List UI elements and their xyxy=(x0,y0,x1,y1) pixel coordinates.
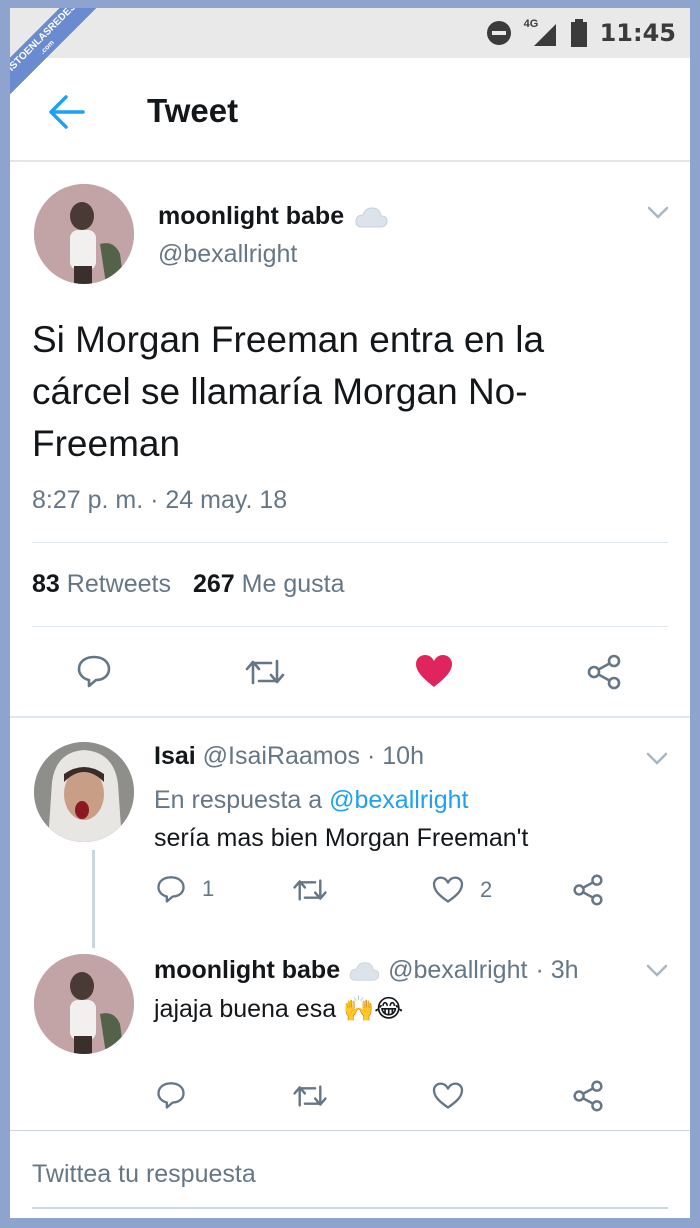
reply-icon xyxy=(157,1082,185,1109)
retweet-icon xyxy=(293,1085,327,1107)
chevron-down-icon[interactable] xyxy=(647,206,669,220)
like-button[interactable]: 2 xyxy=(432,876,492,904)
app-screen: 4G 11:45 VISTOENLASREDES .com Tweet moon… xyxy=(10,8,690,1218)
heart-icon xyxy=(432,876,464,903)
author-name[interactable]: moonlight babe xyxy=(158,202,388,231)
profile-photo xyxy=(34,954,134,1054)
author-name[interactable]: moonlight babe xyxy=(154,956,340,985)
author-name-text: moonlight babe xyxy=(158,202,345,230)
tweet-text: Si Morgan Freeman entra en la cárcel se … xyxy=(32,319,545,464)
like-button[interactable] xyxy=(432,1082,464,1110)
profile-photo xyxy=(34,742,134,842)
reply-header: Isai @IsaiRaamos · 10h xyxy=(154,742,424,771)
do-not-disturb-icon xyxy=(486,21,511,45)
battery-icon xyxy=(570,19,587,47)
status-bar: 4G 11:45 xyxy=(10,8,690,58)
like-count: 267 xyxy=(192,570,235,598)
heart-icon xyxy=(432,1082,464,1109)
profile-photo xyxy=(34,184,134,284)
tweet-stats: 83 Retweets 267 Me gusta xyxy=(32,570,345,599)
divider xyxy=(10,1130,690,1131)
author-name[interactable]: Isai xyxy=(154,742,196,770)
mention-link[interactable]: @bexallright xyxy=(329,786,468,814)
author-handle[interactable]: @bexallright xyxy=(158,240,297,269)
like-label: Me gusta xyxy=(241,570,345,598)
in-reply-to-label: En respuesta a xyxy=(154,786,323,814)
chevron-down-icon[interactable] xyxy=(646,964,668,978)
retweet-count: 83 xyxy=(32,570,60,598)
arrow-left-icon xyxy=(49,95,85,129)
reply-button[interactable] xyxy=(76,654,112,688)
chevron-down-icon[interactable] xyxy=(646,752,668,766)
thread-line xyxy=(92,850,95,948)
like-count: 2 xyxy=(480,877,493,902)
reply-text: jajaja buena esa 🙌😂 xyxy=(154,995,404,1023)
retweet-label: Retweets xyxy=(66,570,171,598)
reply-icon xyxy=(77,655,111,688)
top-app-bar: Tweet xyxy=(10,58,690,162)
share-icon xyxy=(573,874,603,906)
retweet-icon xyxy=(245,659,285,685)
author-handle[interactable]: @IsaiRaamos xyxy=(203,742,360,770)
heart-filled-icon xyxy=(416,655,452,687)
reply-input[interactable]: Twittea tu respuesta xyxy=(32,1160,668,1209)
like-stat[interactable]: 267 Me gusta xyxy=(193,570,345,599)
share-button[interactable] xyxy=(586,654,622,690)
reply-button[interactable]: 1 xyxy=(156,874,214,904)
reply-time[interactable]: · 10h xyxy=(367,742,424,770)
section-divider xyxy=(10,716,690,718)
avatar[interactable] xyxy=(34,742,134,842)
cloud-icon xyxy=(355,206,388,227)
retweet-button[interactable] xyxy=(244,656,286,688)
retweet-stat[interactable]: 83 Retweets xyxy=(32,570,171,599)
reply-time[interactable]: · 3h xyxy=(535,956,578,985)
reply-header: moonlight babe @bexallright · 3h xyxy=(154,956,579,985)
clock: 11:45 xyxy=(599,19,676,47)
share-icon xyxy=(587,654,621,690)
author-handle[interactable]: @bexallright xyxy=(388,956,527,985)
share-button[interactable] xyxy=(572,874,604,906)
retweet-button[interactable] xyxy=(292,876,328,904)
reply-button[interactable] xyxy=(156,1080,186,1110)
avatar[interactable] xyxy=(34,954,134,1054)
tweet-timestamp[interactable]: 8:27 p. m. · 24 may. 18 xyxy=(32,486,287,515)
reply-icon xyxy=(157,876,185,903)
page-title: Tweet xyxy=(147,92,239,129)
reply-text: sería mas bien Morgan Freeman't xyxy=(154,824,529,852)
like-button[interactable] xyxy=(415,654,453,688)
share-button[interactable] xyxy=(572,1080,604,1112)
signal-indicator: 4G xyxy=(524,18,558,48)
divider xyxy=(32,626,668,627)
cloud-icon xyxy=(349,961,380,981)
reply-count: 1 xyxy=(202,876,215,901)
in-reply-to: En respuesta a @bexallright xyxy=(154,786,468,815)
divider xyxy=(32,542,668,543)
retweet-icon xyxy=(293,879,327,901)
retweet-button[interactable] xyxy=(292,1082,328,1110)
status-icons: 4G 11:45 xyxy=(486,18,676,48)
share-icon xyxy=(573,1080,603,1112)
avatar[interactable] xyxy=(34,184,134,284)
signal-icon xyxy=(533,24,556,46)
back-button[interactable] xyxy=(46,94,86,130)
